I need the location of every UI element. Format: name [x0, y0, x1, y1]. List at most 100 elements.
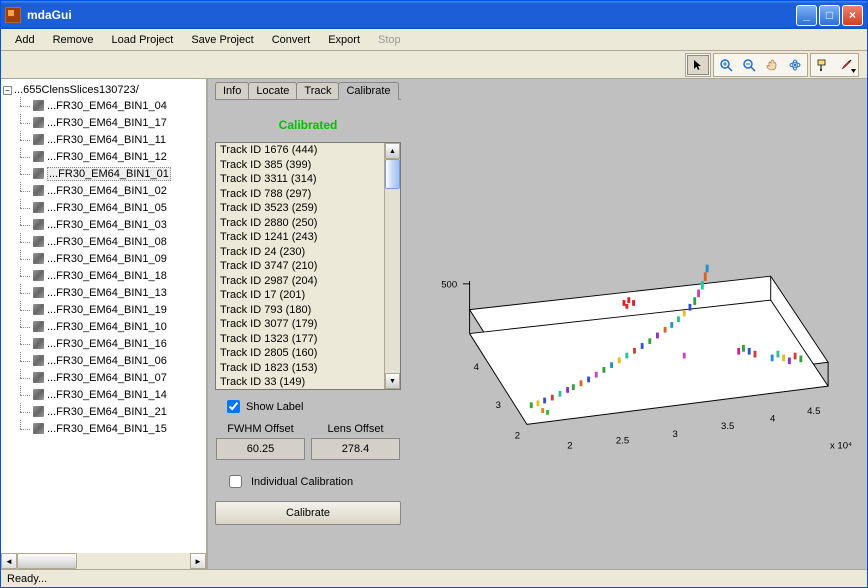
fwhm-offset-value[interactable]: 60.25	[216, 438, 305, 460]
pan-icon[interactable]	[761, 55, 783, 75]
tab-info[interactable]: Info	[215, 82, 249, 99]
rotate-3d-icon[interactable]	[784, 55, 806, 75]
tree-item[interactable]: ...FR30_EM64_BIN1_18	[17, 267, 204, 284]
track-list-item[interactable]: Track ID 793 (180)	[216, 303, 384, 318]
calibrate-button[interactable]: Calibrate	[215, 501, 401, 525]
vscroll-thumb[interactable]	[385, 159, 400, 189]
zoom-out-icon[interactable]	[738, 55, 760, 75]
tree-item-label: ...FR30_EM64_BIN1_19	[47, 304, 167, 316]
hscroll-thumb[interactable]	[17, 553, 77, 569]
tree-item[interactable]: ...FR30_EM64_BIN1_12	[17, 148, 204, 165]
tree-item[interactable]: ...FR30_EM64_BIN1_08	[17, 233, 204, 250]
track-list-item[interactable]: Track ID 2880 (250)	[216, 216, 384, 231]
vscroll-up-icon[interactable]: ▲	[385, 143, 400, 159]
tree-item[interactable]: ...FR30_EM64_BIN1_16	[17, 335, 204, 352]
close-button[interactable]: ×	[842, 5, 863, 26]
track-list-item[interactable]: Track ID 3747 (210)	[216, 259, 384, 274]
cube-icon	[33, 219, 44, 230]
show-label-checkbox[interactable]	[227, 400, 240, 413]
track-vscrollbar[interactable]: ▲ ▼	[384, 143, 400, 389]
tree-item[interactable]: ...FR30_EM64_BIN1_15	[17, 420, 204, 437]
track-list-item[interactable]: Track ID 1323 (177)	[216, 332, 384, 347]
pointer-tool-icon[interactable]	[687, 55, 709, 75]
track-list-item[interactable]: Track ID 2805 (160)	[216, 346, 384, 361]
lens-offset-value[interactable]: 278.4	[311, 438, 400, 460]
menu-load-project[interactable]: Load Project	[104, 32, 182, 48]
tree-item[interactable]: ...FR30_EM64_BIN1_09	[17, 250, 204, 267]
tree-item[interactable]: ...FR30_EM64_BIN1_10	[17, 318, 204, 335]
track-list-item[interactable]: Track ID 1241 (243)	[216, 230, 384, 245]
cube-icon	[33, 117, 44, 128]
menu-remove[interactable]: Remove	[45, 32, 102, 48]
tree-item[interactable]: ...FR30_EM64_BIN1_02	[17, 182, 204, 199]
track-list-item[interactable]: Track ID 788 (297)	[216, 187, 384, 202]
tab-locate[interactable]: Locate	[248, 82, 297, 99]
track-list-item[interactable]: Track ID 3523 (259)	[216, 201, 384, 216]
minimize-button[interactable]: _	[796, 5, 817, 26]
vscroll-down-icon[interactable]: ▼	[385, 373, 400, 389]
track-list-item[interactable]: Track ID 2987 (204)	[216, 274, 384, 289]
tree-item[interactable]: ...FR30_EM64_BIN1_17	[17, 114, 204, 131]
track-list-item[interactable]: Track ID 3077 (179)	[216, 317, 384, 332]
vscroll-track[interactable]	[385, 159, 400, 373]
track-list-item[interactable]: Track ID 1676 (444)	[216, 143, 384, 158]
plot-svg: 500 2 3 4 2 2.5 3 3.5 4 4.5 x 10⁴	[408, 85, 861, 563]
tree-item-label: ...FR30_EM64_BIN1_17	[47, 117, 167, 129]
tree-item[interactable]: ...FR30_EM64_BIN1_03	[17, 216, 204, 233]
track-list-item[interactable]: Track ID 33 (149)	[216, 375, 384, 389]
tree-root-label: ...655ClensSlices130723/	[14, 84, 139, 96]
cube-icon	[33, 338, 44, 349]
track-list-item[interactable]: Track ID 1823 (153)	[216, 361, 384, 376]
maximize-button[interactable]: □	[819, 5, 840, 26]
menu-save-project[interactable]: Save Project	[183, 32, 261, 48]
data-cursor-icon[interactable]	[812, 55, 834, 75]
app-window: mdaGui _ □ × Add Remove Load Project Sav…	[0, 0, 868, 588]
tree-item[interactable]: ...FR30_EM64_BIN1_13	[17, 284, 204, 301]
cube-icon	[33, 389, 44, 400]
fwhm-offset-label: FWHM Offset	[216, 423, 305, 438]
tree-item[interactable]: ...FR30_EM64_BIN1_19	[17, 301, 204, 318]
brush-icon[interactable]	[835, 55, 857, 75]
hscroll-left-icon[interactable]: ◄	[1, 553, 17, 569]
cube-icon	[33, 185, 44, 196]
hscroll-right-icon[interactable]: ►	[190, 553, 206, 569]
plot-3d[interactable]: 500 2 3 4 2 2.5 3 3.5 4 4.5 x 10⁴	[408, 85, 861, 563]
track-listbox[interactable]: Track ID 1676 (444)Track ID 385 (399)Tra…	[215, 142, 401, 390]
cube-icon	[33, 253, 44, 264]
tree-item-label: ...FR30_EM64_BIN1_07	[47, 372, 167, 384]
menu-convert[interactable]: Convert	[264, 32, 319, 48]
tree-root-node[interactable]: − ...655ClensSlices130723/	[3, 83, 204, 97]
track-items[interactable]: Track ID 1676 (444)Track ID 385 (399)Tra…	[216, 143, 384, 389]
zoom-in-icon[interactable]	[715, 55, 737, 75]
tree-item[interactable]: ...FR30_EM64_BIN1_01	[17, 165, 204, 182]
show-label-text[interactable]: Show Label	[246, 401, 304, 413]
tree-item[interactable]: ...FR30_EM64_BIN1_07	[17, 369, 204, 386]
tree-item[interactable]: ...FR30_EM64_BIN1_05	[17, 199, 204, 216]
individual-label[interactable]: Individual Calibration	[251, 476, 353, 488]
calibration-status: Calibrated	[215, 104, 401, 142]
track-list-item[interactable]: Track ID 24 (230)	[216, 245, 384, 260]
tree-item[interactable]: ...FR30_EM64_BIN1_21	[17, 403, 204, 420]
tree-item-label: ...FR30_EM64_BIN1_05	[47, 202, 167, 214]
tree-hscrollbar[interactable]: ◄ ►	[1, 553, 206, 569]
track-list-item[interactable]: Track ID 385 (399)	[216, 158, 384, 173]
tree-item[interactable]: ...FR30_EM64_BIN1_04	[17, 97, 204, 114]
track-list-item[interactable]: Track ID 3311 (314)	[216, 172, 384, 187]
tree-item-label: ...FR30_EM64_BIN1_10	[47, 321, 167, 333]
menu-export[interactable]: Export	[320, 32, 368, 48]
individual-checkbox[interactable]	[229, 475, 242, 488]
track-list-item[interactable]: Track ID 17 (201)	[216, 288, 384, 303]
file-tree[interactable]: − ...655ClensSlices130723/ ...FR30_EM64_…	[1, 79, 206, 553]
menu-add[interactable]: Add	[7, 32, 43, 48]
svg-text:2: 2	[515, 431, 520, 442]
window-title: mdaGui	[27, 8, 796, 22]
hscroll-track[interactable]	[17, 553, 190, 569]
tree-collapse-icon[interactable]: −	[3, 86, 12, 95]
tree-item[interactable]: ...FR30_EM64_BIN1_11	[17, 131, 204, 148]
tab-track[interactable]: Track	[296, 82, 339, 99]
tab-calibrate[interactable]: Calibrate	[338, 82, 398, 100]
svg-text:2: 2	[567, 440, 572, 451]
tree-item[interactable]: ...FR30_EM64_BIN1_14	[17, 386, 204, 403]
tree-item-label: ...FR30_EM64_BIN1_03	[47, 219, 167, 231]
tree-item[interactable]: ...FR30_EM64_BIN1_06	[17, 352, 204, 369]
